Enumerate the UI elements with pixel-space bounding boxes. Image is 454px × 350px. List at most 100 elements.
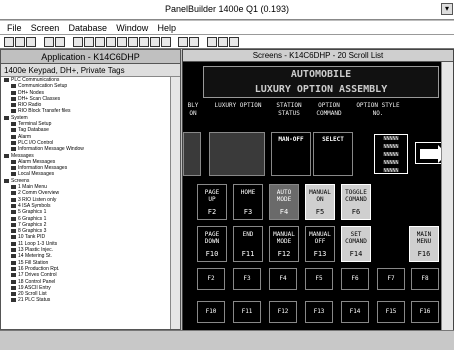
object-icon[interactable] — [178, 37, 188, 47]
item-icon — [11, 285, 16, 290]
function-key-f4[interactable]: F4 — [269, 268, 297, 290]
view-icon[interactable] — [189, 37, 199, 47]
item-icon — [11, 90, 16, 95]
item-icon — [11, 185, 16, 190]
function-key-f10[interactable]: F10 — [197, 301, 225, 323]
item-icon — [11, 147, 16, 152]
item-icon — [11, 260, 16, 265]
luxury-option-list[interactable] — [209, 132, 265, 176]
text-icon[interactable] — [128, 37, 138, 47]
scroll-indicator — [415, 142, 441, 164]
cut-icon[interactable] — [44, 37, 54, 47]
key-label: END — [242, 231, 254, 238]
zoom-icon[interactable] — [207, 37, 217, 47]
key-label: MAIN MENU — [416, 231, 432, 245]
item-icon — [11, 191, 16, 196]
key-page-down[interactable]: PAGE DOWN F10 — [197, 226, 227, 262]
shape-icon[interactable] — [150, 37, 160, 47]
align-icon[interactable] — [95, 37, 105, 47]
function-key-f15[interactable]: F15 — [377, 301, 405, 323]
key-label: MANUAL MODE — [273, 231, 295, 245]
column-header-style-no: OPTION STYLE NO. — [356, 102, 400, 117]
key-manual-on[interactable]: MANUAL ON F5 — [305, 184, 335, 220]
function-key-f11[interactable]: F11 — [233, 301, 261, 323]
function-key-f13[interactable]: F13 — [305, 301, 333, 323]
save-icon[interactable] — [26, 37, 36, 47]
key-function: F5 — [315, 208, 325, 216]
tool-icon[interactable] — [106, 37, 116, 47]
banner-line-2: LUXURY OPTION ASSEMBLY — [254, 84, 388, 95]
copy-icon[interactable] — [55, 37, 65, 47]
function-key-f12[interactable]: F12 — [269, 301, 297, 323]
application-pane: Application - K14C6DHP 1400e Keypad, DH+… — [0, 49, 181, 330]
new-icon[interactable] — [4, 37, 14, 47]
minimize-button[interactable]: ▾ — [441, 3, 453, 15]
paste-icon[interactable] — [73, 37, 83, 47]
help-icon[interactable] — [229, 37, 239, 47]
title-bar: PanelBuilder 1400e Q1 (0.193) ▾ — [0, 0, 454, 20]
function-key-f7[interactable]: F7 — [377, 268, 405, 290]
option-command-box: SELECT — [313, 132, 353, 176]
key-label: HOME — [240, 189, 256, 196]
key-manual-off[interactable]: MANUAL OFF F13 — [305, 226, 335, 262]
status-bar — [0, 330, 454, 350]
item-icon — [11, 248, 16, 253]
application-pane-subtitle: 1400e Keypad, DH+, Private Tags — [1, 64, 180, 77]
right-arrow-icon — [420, 145, 441, 163]
folder-icon — [4, 178, 9, 183]
menu-file[interactable]: File — [7, 21, 22, 35]
screen-scrollbar[interactable] — [441, 62, 453, 331]
function-key-f5[interactable]: F5 — [305, 268, 333, 290]
item-icon — [11, 235, 16, 240]
item-icon — [11, 292, 16, 297]
key-end[interactable]: END F11 — [233, 226, 263, 262]
fill-icon[interactable] — [161, 37, 171, 47]
menu-help[interactable]: Help — [158, 21, 177, 35]
open-icon[interactable] — [15, 37, 25, 47]
key-toggle-command[interactable]: TOGGLE COMAND F6 — [341, 184, 371, 220]
style-value: NNNNN — [383, 152, 399, 158]
function-key-f2[interactable]: F2 — [197, 268, 225, 290]
key-label: MANUAL ON — [309, 189, 331, 203]
function-key-f3[interactable]: F3 — [233, 268, 261, 290]
menu-window[interactable]: Window — [116, 21, 148, 35]
tree-scrollbar[interactable] — [170, 77, 180, 329]
key-function: F14 — [349, 250, 363, 258]
item-icon — [11, 222, 16, 227]
item-icon — [11, 216, 16, 221]
item-icon — [11, 166, 16, 171]
draw-icon[interactable] — [117, 37, 127, 47]
menu-database[interactable]: Database — [69, 21, 108, 35]
station-status-label: MAN-OFF — [278, 136, 304, 143]
function-key-f8[interactable]: F8 — [411, 268, 439, 290]
key-auto-mode[interactable]: AUTO MODE F4 — [269, 184, 299, 220]
item-icon — [11, 140, 16, 145]
key-page-up[interactable]: PAGE UP F2 — [197, 184, 227, 220]
key-home[interactable]: HOME F3 — [233, 184, 263, 220]
project-tree: PLC Communications Communication Setup DH+… — [1, 77, 169, 329]
key-label: PAGE UP — [204, 189, 220, 203]
screen-window-title: Screens - K14C6DHP - 20 Scroll List — [183, 50, 453, 62]
key-function: F4 — [279, 208, 289, 216]
key-set-command[interactable]: SET COMAND F14 — [341, 226, 371, 262]
assembly-list[interactable] — [183, 132, 201, 176]
function-key-f16[interactable]: F16 — [411, 301, 439, 323]
key-function: F13 — [313, 250, 327, 258]
option-command-label: SELECT — [322, 136, 344, 143]
function-key-f6[interactable]: F6 — [341, 268, 369, 290]
key-manual-mode[interactable]: MANUAL MODE F12 — [269, 226, 299, 262]
key-main-menu[interactable]: MAIN MENU F16 — [409, 226, 439, 262]
function-key-f14[interactable]: F14 — [341, 301, 369, 323]
test-icon[interactable] — [218, 37, 228, 47]
item-icon — [11, 254, 16, 259]
key-label: PAGE DOWN — [204, 231, 220, 245]
tree-item[interactable]: 21 PLC Status — [1, 297, 169, 303]
line-icon[interactable] — [139, 37, 149, 47]
grid-icon[interactable] — [84, 37, 94, 47]
style-value: NNNNN — [383, 136, 399, 142]
menu-screen[interactable]: Screen — [31, 21, 60, 35]
item-icon — [11, 159, 16, 164]
tree-item-label: 21 PLC Status — [18, 297, 51, 304]
key-function: F10 — [205, 250, 219, 258]
item-icon — [11, 109, 16, 114]
